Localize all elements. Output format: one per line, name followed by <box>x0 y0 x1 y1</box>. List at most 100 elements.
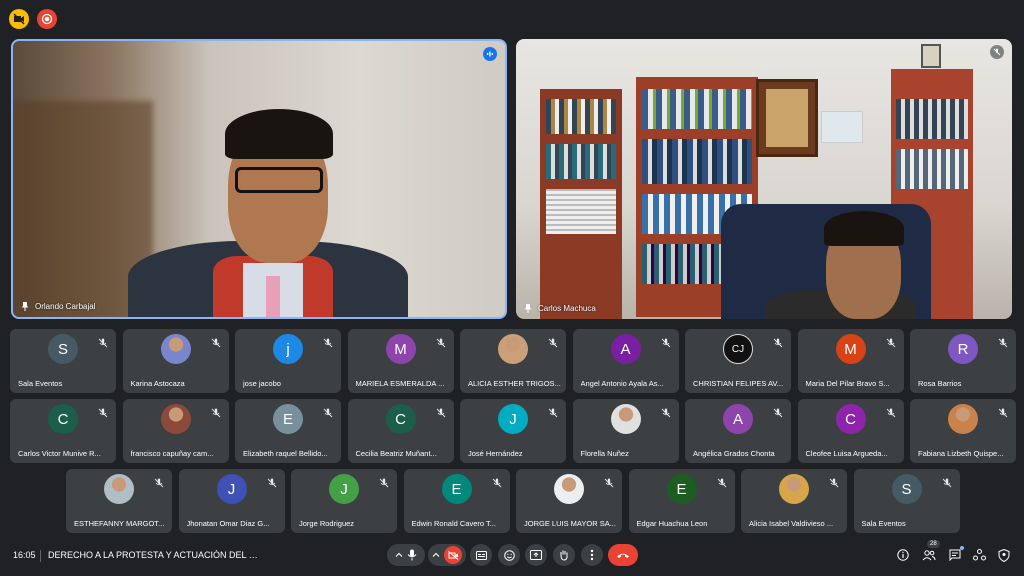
camera-off-icon[interactable] <box>444 546 462 564</box>
participant-name: Jorge Rodriguez <box>299 519 355 528</box>
main-video-speaker[interactable]: Orlando Carbajal <box>11 39 507 319</box>
participant-tile[interactable]: francisco capuñay cam... <box>122 399 229 463</box>
participant-name: JORGE LUIS MAYOR SA... <box>524 519 616 528</box>
mic-off-icon <box>998 405 1008 418</box>
participant-initial-avatar: E <box>666 474 697 505</box>
meeting-details-button[interactable] <box>895 547 911 563</box>
participant-tile[interactable]: C Cecilia Beatriz Muñant... <box>347 399 454 463</box>
participant-initial-avatar: E <box>273 404 303 435</box>
pin-icon[interactable] <box>21 302 29 311</box>
chat-button[interactable] <box>947 546 964 563</box>
participant-photo-avatar <box>160 334 191 365</box>
participant-tile[interactable]: A Angélica Grados Chonta <box>685 399 791 463</box>
camera-control-group[interactable] <box>428 544 466 566</box>
participant-tile[interactable]: E Elizabeth raquel Bellido... <box>235 399 341 463</box>
mic-off-icon <box>548 335 558 348</box>
participant-initial-avatar: C <box>48 404 78 435</box>
participant-tile[interactable]: S Sala Eventos <box>10 329 116 393</box>
activities-button[interactable] <box>971 547 987 563</box>
speaker-glasses <box>235 167 323 193</box>
raise-hand-icon <box>560 550 568 561</box>
pin-icon[interactable] <box>524 304 532 313</box>
host-controls-icon <box>998 548 1010 562</box>
recording-status-icon[interactable] <box>9 9 29 29</box>
leave-call-button[interactable] <box>608 544 638 566</box>
participant-tile[interactable]: Alicia Isabel Valdivieso ... <box>741 469 847 533</box>
participant-photo-avatar <box>160 404 191 435</box>
participant-tile[interactable]: E Edwin Ronald Cavero T... <box>403 469 510 533</box>
captions-button[interactable] <box>470 544 492 566</box>
participant-name: Karina Astocaza <box>130 379 185 388</box>
chat-icon <box>949 549 961 561</box>
participant-initial-avatar: E <box>441 474 472 505</box>
mic-off-icon <box>604 475 614 488</box>
participant-name: Carlos Machuca <box>538 304 596 313</box>
participant-name: MARIELA ESMERALDA ... <box>355 379 445 388</box>
participant-tile[interactable]: J Jorge Rodriguez <box>291 469 397 533</box>
participant-name: jose jacobo <box>243 379 281 388</box>
video-label-orlando: Orlando Carbajal <box>21 302 95 311</box>
mic-off-icon <box>942 475 952 488</box>
participant-tile[interactable]: Florella Nuñez <box>572 399 679 463</box>
mic-off-icon <box>98 405 108 418</box>
mic-control-group[interactable] <box>387 544 425 566</box>
main-video-participant[interactable]: Carlos Machuca <box>516 39 1012 319</box>
participant-name: Maria Del Pilar Bravo S... <box>805 379 890 388</box>
participant-tile[interactable]: J Jhonatan Omar Diaz G... <box>178 469 285 533</box>
raise-hand-button[interactable] <box>553 544 575 566</box>
chevron-up-icon[interactable] <box>395 551 403 559</box>
participant-photo-avatar: CJ <box>723 334 753 365</box>
mic-off-icon <box>154 475 164 488</box>
bottom-control-bar: 16:05 DERECHO A LA PROTESTA Y ACTUACIÓN … <box>0 540 1024 576</box>
participant-tile[interactable]: M Maria Del Pilar Bravo S... <box>797 329 904 393</box>
participant-tile[interactable]: Fabiana Lizbeth Quispe... <box>910 399 1016 463</box>
participant-name: Angel Antonio Ayala As... <box>580 379 664 388</box>
participant-name: Fabiana Lizbeth Quispe... <box>918 449 1004 458</box>
mic-off-icon <box>379 475 389 488</box>
mic-off-icon <box>998 335 1008 348</box>
mic-off-icon <box>436 405 446 418</box>
participant-initial-avatar: J <box>498 404 528 435</box>
emoji-button[interactable] <box>498 544 520 566</box>
more-vert-icon <box>590 549 594 561</box>
participant-photo-avatar <box>610 404 641 435</box>
participant-tile[interactable]: E Edgar Huachua Leon <box>628 469 735 533</box>
emoji-icon <box>503 549 515 561</box>
participant-name: francisco capuñay cam... <box>130 449 214 458</box>
participant-name: CHRISTIAN FELIPES AV... <box>693 379 784 388</box>
chevron-up-icon[interactable] <box>432 551 440 559</box>
mic-off-icon <box>436 335 446 348</box>
mic-off-icon <box>886 405 896 418</box>
participant-tile[interactable]: JORGE LUIS MAYOR SA... <box>516 469 622 533</box>
participant-tile[interactable]: Karina Astocaza <box>122 329 229 393</box>
participant-name: Orlando Carbajal <box>35 302 96 311</box>
participant-name: Edgar Huachua Leon <box>636 519 708 528</box>
participant-tile[interactable]: CJ CHRISTIAN FELIPES AV... <box>685 329 791 393</box>
participant-initial-avatar: C <box>835 404 866 435</box>
participant-name: Rosa Barrios <box>918 379 962 388</box>
host-controls-button[interactable] <box>996 547 1012 563</box>
participant-tile[interactable]: M MARIELA ESMERALDA ... <box>347 329 454 393</box>
participant-tile[interactable]: C Cleofee Luisa Argueda... <box>797 399 904 463</box>
participant-tile[interactable]: R Rosa Barrios <box>910 329 1016 393</box>
participants-button[interactable]: 28 <box>921 540 940 563</box>
participant-tile[interactable]: C Carlos Victor Munive R... <box>10 399 116 463</box>
present-screen-button[interactable] <box>525 544 547 566</box>
live-record-icon[interactable] <box>37 9 57 29</box>
participant-name: Florella Nuñez <box>580 449 629 458</box>
participant-tile[interactable]: ESTHEFANNY MARGOT... <box>66 469 172 533</box>
participant-initial-avatar: J <box>216 474 247 505</box>
participant-tile[interactable]: A Angel Antonio Ayala As... <box>572 329 679 393</box>
participant-tile[interactable]: J José Hernández <box>460 399 566 463</box>
participant-name: Sala Eventos <box>861 519 906 528</box>
participant-initial-avatar: M <box>385 334 416 365</box>
participant-tile[interactable]: S Sala Eventos <box>853 469 960 533</box>
participant-tile[interactable]: j jose jacobo <box>235 329 341 393</box>
participant-tile[interactable]: ALICIA ESTHER TRIGOS... <box>460 329 566 393</box>
microphone-icon[interactable] <box>407 549 417 561</box>
participant-name: Sala Eventos <box>18 379 63 388</box>
more-options-button[interactable] <box>581 544 603 566</box>
participant-name: ESTHEFANNY MARGOT... <box>74 519 165 528</box>
meeting-title: DERECHO A LA PROTESTA Y ACTUACIÓN DEL MI… <box>48 550 263 560</box>
participant-photo-avatar <box>779 474 809 505</box>
